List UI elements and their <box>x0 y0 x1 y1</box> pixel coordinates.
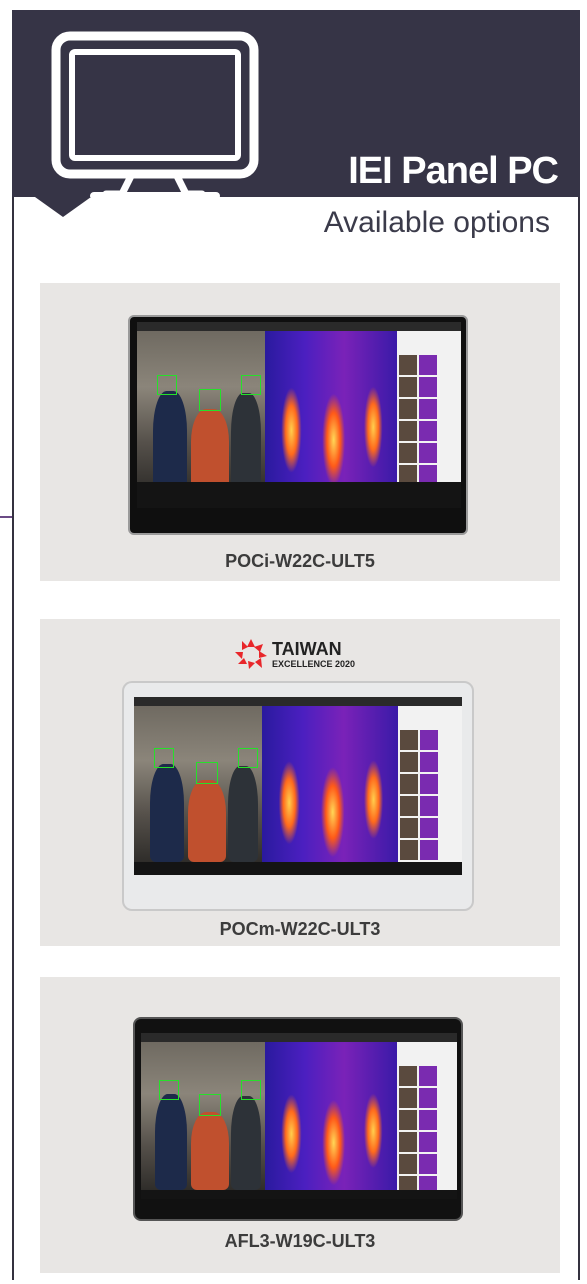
app-toolbar <box>141 1190 457 1199</box>
device-screen <box>137 322 461 508</box>
page-subtitle: Available options <box>323 206 550 239</box>
camera-view <box>134 706 262 862</box>
product-image <box>122 681 474 911</box>
divider-dash <box>0 516 12 518</box>
badge-title: TAIWAN <box>272 639 342 659</box>
thermal-view <box>265 1042 397 1190</box>
product-name: AFL3-W19C-ULT3 <box>224 1231 376 1251</box>
detection-list <box>397 331 461 491</box>
thermal-view <box>262 706 398 862</box>
product-card[interactable]: POCi-W22C-ULT5 <box>40 283 560 581</box>
product-card[interactable]: TAIWAN EXCELLENCE 2020 POCm-W22C-ULT3 <box>40 619 560 946</box>
product-image <box>128 315 468 535</box>
camera-view <box>141 1042 265 1190</box>
product-name: POCi-W22C-ULT5 <box>225 551 375 571</box>
product-image <box>133 1017 463 1221</box>
badge-subtitle: EXCELLENCE 2020 <box>272 659 356 669</box>
device-screen <box>141 1033 457 1199</box>
detection-list <box>398 706 462 875</box>
header-banner: IEI Panel PC <box>12 10 580 200</box>
header-pointer <box>35 197 91 217</box>
app-titlebar <box>141 1033 457 1042</box>
detection-list <box>397 1042 457 1199</box>
page-title: IEI Panel PC <box>348 150 559 192</box>
device-screen <box>134 697 462 875</box>
taiwan-excellence-logo <box>235 639 267 669</box>
app-titlebar <box>134 697 462 706</box>
monitor-icon <box>51 31 259 200</box>
app-toolbar <box>137 482 461 508</box>
product-name: POCm-W22C-ULT3 <box>219 919 381 939</box>
app-titlebar <box>137 322 461 331</box>
thermal-view <box>265 331 397 491</box>
app-toolbar <box>134 862 462 875</box>
product-card[interactable]: AFL3-W19C-ULT3 <box>40 977 560 1273</box>
camera-view <box>137 331 265 491</box>
